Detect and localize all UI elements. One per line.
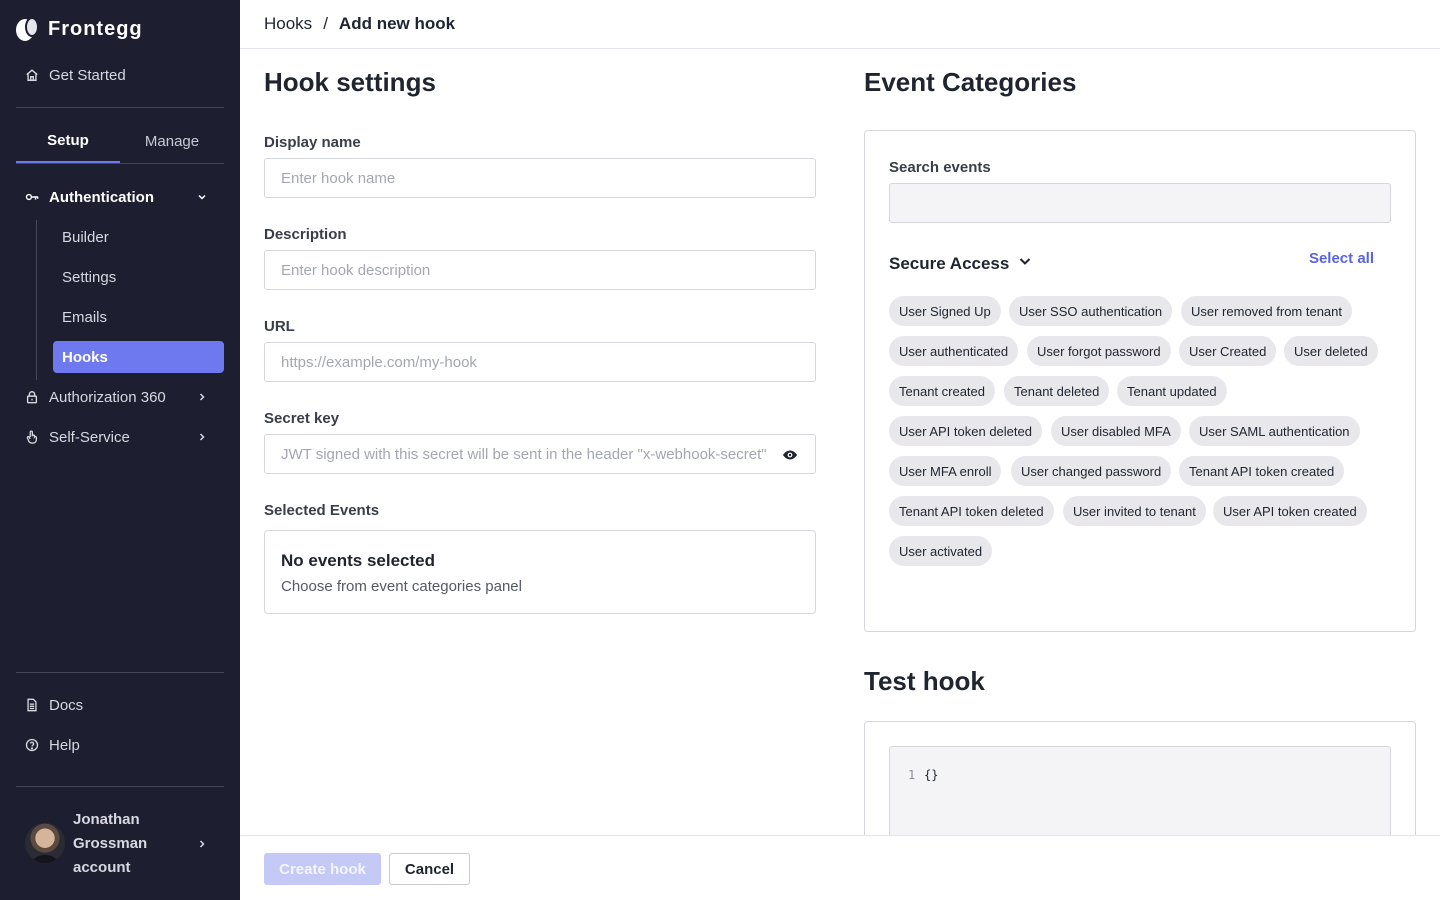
event-chip[interactable]: User authenticated: [889, 336, 1019, 366]
frontegg-logo-icon: [16, 17, 40, 41]
event-chip[interactable]: Tenant created: [889, 376, 996, 406]
url-label: URL: [264, 318, 295, 335]
sidebar-divider: [16, 786, 224, 787]
event-chip[interactable]: Tenant updated: [1117, 376, 1227, 406]
event-chip[interactable]: User changed password: [1011, 456, 1172, 486]
event-chip[interactable]: User SAML authentication: [1189, 416, 1360, 446]
sidebar: Frontegg Get Started Setup Manage Authen…: [0, 0, 240, 900]
chevron-right-icon: [196, 390, 208, 402]
chevron-right-icon: [196, 430, 208, 442]
cancel-button[interactable]: Cancel: [389, 853, 470, 885]
line-number: 1: [908, 768, 916, 782]
sidebar-item-settings[interactable]: Settings: [53, 261, 224, 293]
code-content: {}: [924, 768, 939, 782]
lock-icon: [24, 389, 40, 405]
event-chip[interactable]: User disabled MFA: [1051, 416, 1181, 446]
breadcrumb: Hooks / Add new hook: [240, 0, 1440, 49]
event-chip[interactable]: User SSO authentication: [1009, 296, 1173, 326]
home-icon: [24, 67, 40, 83]
selected-events-panel: No events selected Choose from event cat…: [264, 530, 816, 614]
breadcrumb-current: Add new hook: [338, 14, 456, 33]
category-name: Secure Access: [889, 253, 1010, 273]
sidebar-item-builder[interactable]: Builder: [53, 221, 224, 253]
url-input[interactable]: https://example.com/my-hook: [264, 342, 816, 382]
sidebar-item-authorization[interactable]: Authorization 360: [16, 379, 224, 415]
help-circle-icon: [24, 737, 40, 753]
event-chip[interactable]: User removed from tenant: [1181, 296, 1353, 326]
hand-pointer-icon: [24, 429, 40, 445]
event-categories-title: Event Categories: [864, 67, 1077, 97]
sidebar-item-label: Get Started: [49, 66, 126, 84]
user-name: Jonathan Grossman account: [73, 811, 148, 876]
sidebar-item-hooks[interactable]: Hooks: [53, 341, 224, 373]
sidebar-item-self-service[interactable]: Self-Service: [16, 419, 224, 455]
sidebar-item-emails[interactable]: Emails: [53, 301, 224, 333]
no-events-subtitle: Choose from event categories panel: [281, 578, 522, 595]
description-label: Description: [264, 226, 347, 243]
sidebar-divider: [16, 672, 224, 673]
event-chip[interactable]: User invited to tenant: [1063, 496, 1206, 526]
test-hook-card: 1 {}: [864, 721, 1416, 866]
secret-key-placeholder: JWT signed with this secret will be sent…: [281, 445, 771, 463]
tab-setup[interactable]: Setup: [16, 120, 120, 163]
search-events-label: Search events: [889, 159, 991, 176]
sidebar-item-label: Authentication: [49, 188, 154, 206]
sidebar-item-docs[interactable]: Docs: [16, 687, 224, 723]
event-chip[interactable]: User activated: [889, 536, 993, 566]
sidebar-tabs: Setup Manage: [16, 120, 224, 164]
key-icon: [24, 189, 40, 205]
display-name-input[interactable]: Enter hook name: [264, 158, 816, 198]
chevron-right-icon: [196, 837, 208, 849]
event-categories-card: Search events Secure Access Select all U…: [864, 130, 1416, 632]
sidebar-item-get-started[interactable]: Get Started: [16, 57, 224, 93]
frontegg-logo[interactable]: Frontegg: [16, 16, 143, 42]
event-chip[interactable]: User Created: [1179, 336, 1277, 366]
sidebar-divider: [16, 107, 224, 108]
sidebar-item-authentication[interactable]: Authentication: [16, 179, 224, 215]
sidebar-item-label: Help: [49, 736, 80, 754]
event-chip[interactable]: User deleted: [1284, 336, 1378, 366]
event-chip[interactable]: User API token created: [1213, 496, 1367, 526]
search-events-input[interactable]: [889, 183, 1391, 223]
sidebar-item-label: Self-Service: [49, 428, 130, 446]
test-hook-title: Test hook: [864, 666, 985, 696]
eye-icon[interactable]: [782, 447, 798, 463]
form-footer: Create hook Cancel: [240, 835, 1440, 900]
no-events-title: No events selected: [281, 551, 436, 570]
chevron-down-icon: [1017, 253, 1033, 274]
event-chip[interactable]: User MFA enroll: [889, 456, 1002, 486]
sidebar-item-help[interactable]: Help: [16, 727, 224, 763]
breadcrumb-separator: /: [323, 14, 328, 33]
event-chip[interactable]: Tenant API token created: [1179, 456, 1345, 486]
event-chip[interactable]: Tenant deleted: [1004, 376, 1110, 406]
secret-key-label: Secret key: [264, 410, 340, 427]
create-hook-button[interactable]: Create hook: [264, 853, 381, 885]
selected-events-label: Selected Events: [264, 502, 380, 519]
category-secure-access-toggle[interactable]: Secure Access: [889, 253, 1033, 274]
hook-settings-title: Hook settings: [264, 67, 436, 97]
chevron-down-icon: [196, 190, 208, 202]
breadcrumb-hooks-link[interactable]: Hooks: [264, 14, 312, 34]
description-input[interactable]: Enter hook description: [264, 250, 816, 290]
sidebar-item-label: Authorization 360: [49, 388, 166, 406]
avatar: [25, 823, 65, 863]
logo-text: Frontegg: [48, 17, 143, 40]
user-account-menu[interactable]: Jonathan Grossman account: [16, 806, 224, 882]
event-chip[interactable]: User API token deleted: [889, 416, 1042, 446]
display-name-label: Display name: [264, 134, 361, 151]
subtree-line: [36, 220, 37, 380]
sidebar-item-label: Docs: [49, 696, 84, 714]
event-chip[interactable]: User forgot password: [1027, 336, 1171, 366]
tab-manage[interactable]: Manage: [120, 120, 224, 163]
event-chip[interactable]: User Signed Up: [889, 296, 1001, 326]
event-chip[interactable]: Tenant API token deleted: [889, 496, 1054, 526]
select-all-link[interactable]: Select all: [1309, 250, 1374, 267]
document-icon: [24, 697, 40, 713]
secret-key-input[interactable]: JWT signed with this secret will be sent…: [264, 434, 816, 474]
